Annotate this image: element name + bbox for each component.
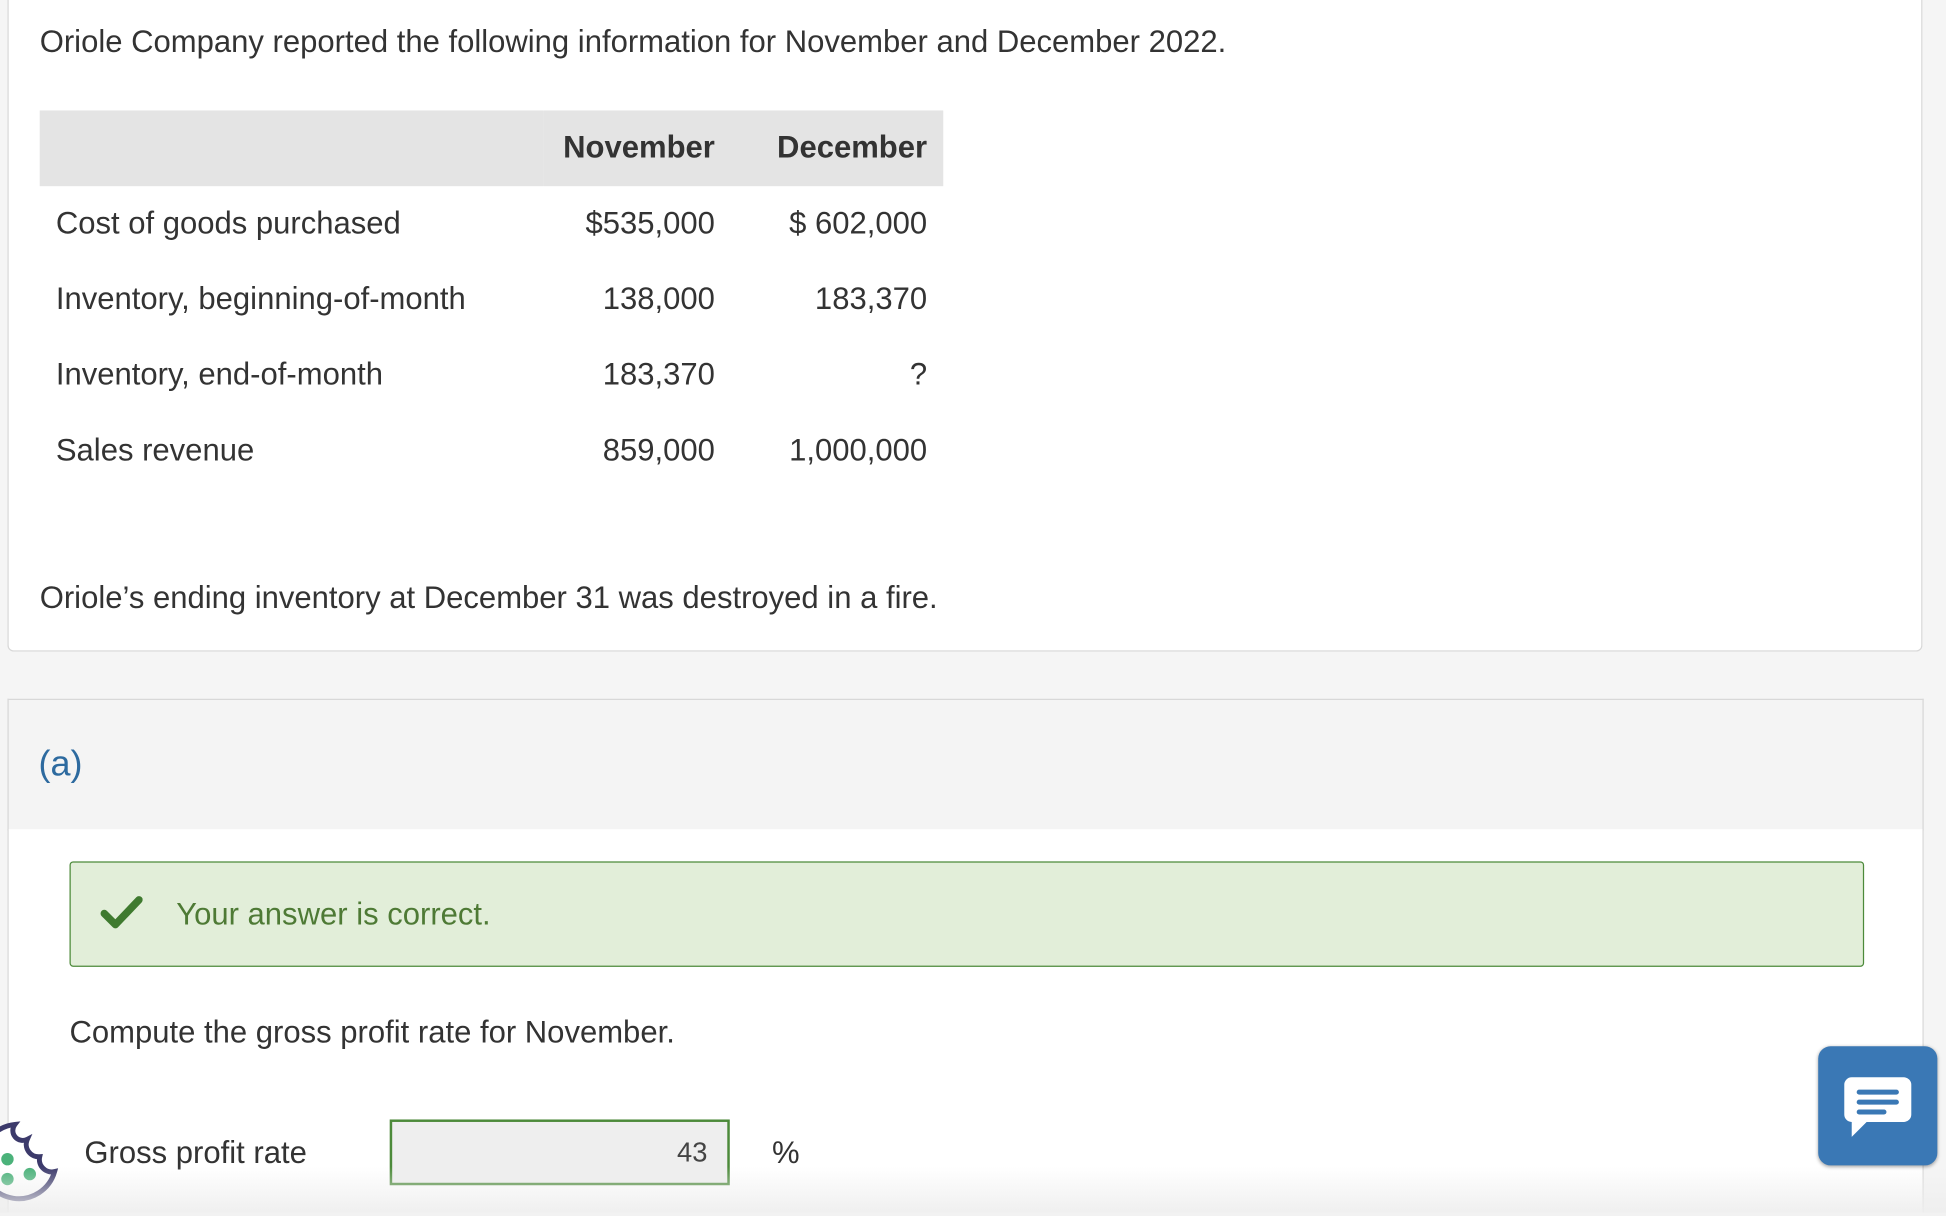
row-label: Inventory, beginning-of-month <box>55 281 466 317</box>
row-label: Cost of goods purchased <box>55 206 401 241</box>
percent-unit: % <box>771 1135 800 1171</box>
page-canvas: Oriole Company reported the following in… <box>0 0 1946 1213</box>
december-value: ? <box>909 357 928 393</box>
part-label: (a) <box>38 744 83 785</box>
table-row: Sales revenue 859,000 1,000,000 <box>40 413 944 489</box>
table-row: Cost of goods purchased $535,000 $ 602,0… <box>40 186 944 262</box>
cookie-icon[interactable] <box>0 1117 65 1216</box>
data-table: November December Cost of goods purchase… <box>39 110 944 489</box>
part-body: Your answer is correct. Compute the gros… <box>7 829 1924 1213</box>
table-row: Inventory, end-of-month 183,370 ? <box>40 338 944 414</box>
gross-profit-rate-input[interactable]: 43 <box>389 1119 730 1186</box>
december-value: $ 602,000 <box>789 206 928 241</box>
feedback-text: Your answer is correct. <box>176 897 491 933</box>
gross-profit-rate-label: Gross profit rate <box>84 1135 307 1171</box>
december-value: 1,000,000 <box>789 433 928 468</box>
table-header-row: November December <box>39 110 944 187</box>
check-icon <box>100 896 143 929</box>
problem-statement-card: Oriole Company reported the following in… <box>7 0 1923 652</box>
table-row: Inventory, beginning-of-month 138,000 18… <box>40 262 944 338</box>
header-blank <box>39 110 544 187</box>
correct-answer-banner: Your answer is correct. <box>69 861 1865 967</box>
header-november: November <box>543 110 732 187</box>
header-december: December <box>731 110 944 187</box>
november-value: 138,000 <box>602 281 715 317</box>
question-text: Compute the gross profit rate for Novemb… <box>69 1015 675 1050</box>
november-value: 183,370 <box>602 357 715 393</box>
intro-text: Oriole Company reported the following in… <box>39 24 1227 60</box>
november-value: 859,000 <box>602 433 715 468</box>
november-value: $535,000 <box>585 206 715 241</box>
part-header: (a) <box>7 698 1924 831</box>
row-label: Sales revenue <box>55 433 255 468</box>
chat-icon <box>1844 1077 1912 1137</box>
december-value: 183,370 <box>814 281 928 317</box>
chat-button[interactable] <box>1818 1046 1938 1166</box>
fire-note: Oriole’s ending inventory at December 31… <box>39 580 938 616</box>
row-label: Inventory, end-of-month <box>55 357 383 393</box>
